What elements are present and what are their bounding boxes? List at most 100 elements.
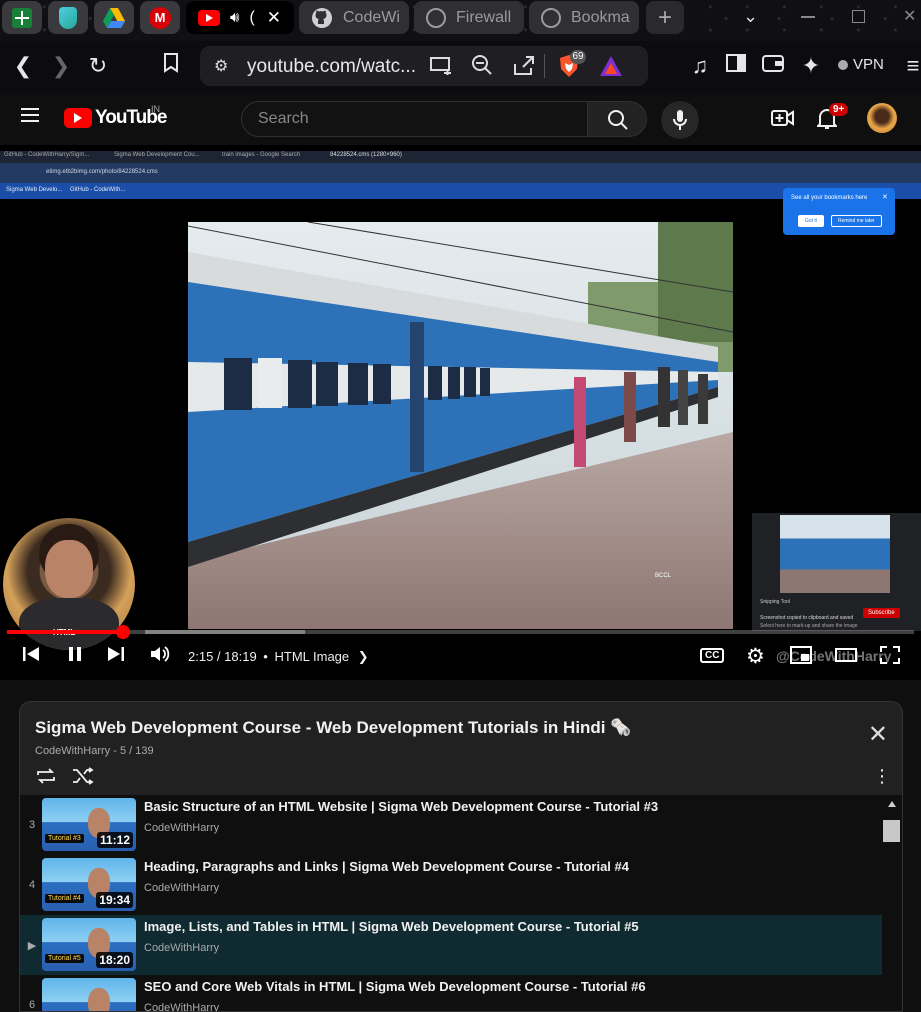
chapter-title-button[interactable]: HTML Image bbox=[274, 649, 349, 664]
pause-icon bbox=[69, 647, 81, 661]
bookmark-icon[interactable] bbox=[158, 53, 184, 79]
tab-bookmarks[interactable]: Bookma bbox=[529, 1, 639, 34]
reload-icon[interactable]: ↻ bbox=[85, 53, 111, 79]
video-thumbnail[interactable]: Tutorial #5 18:20 bbox=[42, 918, 136, 971]
sheets-icon bbox=[12, 7, 32, 28]
playlist-panel: Sigma Web Development Course - Web Devel… bbox=[19, 701, 903, 1012]
progress-played bbox=[7, 630, 123, 634]
time-display: 2:15 / 18:19 • HTML Image ❯ bbox=[188, 649, 369, 664]
chevron-right-icon[interactable]: ❯ bbox=[358, 649, 369, 664]
captions-button[interactable]: CC bbox=[700, 648, 725, 663]
subscribe-overlay-button: Subscribe bbox=[863, 608, 900, 618]
tab-title: ( bbox=[249, 8, 255, 26]
playlist-item[interactable]: 3 Tutorial #3 11:12 Basic Structure of a… bbox=[20, 795, 882, 855]
video-player[interactable]: GitHub - CodeWithHarry/Sigm... Sigma Web… bbox=[0, 145, 921, 680]
previous-icon bbox=[23, 647, 39, 661]
playlist-item-index: 4 bbox=[28, 879, 36, 891]
back-icon[interactable]: ❮ bbox=[10, 53, 36, 79]
youtube-logo-icon bbox=[64, 108, 92, 128]
plus-icon: + bbox=[657, 3, 672, 31]
previous-button[interactable] bbox=[22, 645, 40, 668]
scrubber-handle[interactable] bbox=[115, 625, 130, 639]
playlist-item-current[interactable]: ▶ Tutorial #5 18:20 Image, Lists, and Ta… bbox=[20, 915, 882, 975]
globe-icon bbox=[426, 7, 446, 28]
pinned-tab-mega[interactable]: M bbox=[140, 1, 180, 34]
duration-badge: 18:20 bbox=[96, 952, 133, 968]
video-thumbnail[interactable]: Tutorial #3 11:12 bbox=[42, 798, 136, 851]
playlist-item[interactable]: 4 Tutorial #4 19:34 Heading, Paragraphs … bbox=[20, 855, 882, 915]
maximize-icon[interactable] bbox=[852, 10, 865, 23]
speaker-icon[interactable]: 🔊︎ bbox=[230, 9, 239, 26]
tab-codewithharry[interactable]: CodeWi bbox=[299, 1, 409, 34]
window-close-icon[interactable]: ✕ bbox=[903, 6, 916, 26]
minimize-icon[interactable] bbox=[801, 16, 815, 18]
sidebar-icon[interactable] bbox=[723, 53, 749, 79]
wallet-icon[interactable] bbox=[760, 53, 786, 79]
youtube-header: YouTube IN Search 9+ bbox=[0, 93, 921, 145]
playlist-item-index: 3 bbox=[28, 819, 36, 831]
video-title[interactable]: Basic Structure of an HTML Website | Sig… bbox=[144, 799, 658, 814]
channel-name: CodeWithHarry bbox=[144, 1002, 220, 1012]
playlist-item[interactable]: 6 SEO and Core Web Vitals in HTML | Sigm… bbox=[20, 975, 882, 1012]
tab-search-chevron-icon[interactable]: ⌄ bbox=[743, 6, 758, 27]
brave-rewards-icon[interactable] bbox=[599, 55, 623, 82]
video-title[interactable]: Image, Lists, and Tables in HTML | Sigma… bbox=[144, 919, 639, 934]
pinned-tab-sheets[interactable] bbox=[2, 1, 42, 34]
forward-icon[interactable]: ❯ bbox=[48, 53, 74, 79]
playlist-title[interactable]: Sigma Web Development Course - Web Devel… bbox=[35, 718, 631, 738]
avatar[interactable] bbox=[867, 103, 897, 133]
volume-icon bbox=[151, 646, 170, 662]
media-icon[interactable]: ♫ bbox=[687, 53, 713, 79]
video-thumbnail[interactable]: Tutorial #4 19:34 bbox=[42, 858, 136, 911]
settings-gear-icon[interactable]: ⚙︎ bbox=[746, 644, 765, 669]
recorded-browser-tabs: GitHub - CodeWithHarry/Sigm... Sigma Web… bbox=[0, 151, 921, 163]
youtube-favicon-icon bbox=[198, 9, 220, 26]
new-tab-button[interactable]: + bbox=[646, 1, 684, 34]
close-icon[interactable]: ✕ bbox=[868, 720, 888, 749]
tab-close-icon[interactable]: ✕ bbox=[267, 8, 281, 28]
search-input[interactable]: Search bbox=[241, 101, 588, 137]
vpn-button[interactable]: VPN bbox=[838, 56, 884, 73]
hamburger-menu-icon[interactable] bbox=[20, 107, 40, 128]
tab-youtube-active[interactable]: 🔊︎ ( ✕ bbox=[186, 1, 294, 34]
scroll-up-icon[interactable] bbox=[888, 801, 896, 807]
train-photo: BCCL bbox=[188, 222, 733, 629]
pinned-tab-shield[interactable] bbox=[48, 1, 88, 34]
browser-tab-strip: M 🔊︎ ( ✕ CodeWi Firewall Bookma + ⌄ ✕ bbox=[0, 0, 921, 41]
address-bar[interactable]: ⚙︎ youtube.com/watc... 69 bbox=[200, 46, 648, 86]
create-video-icon[interactable] bbox=[771, 108, 795, 133]
share-icon[interactable] bbox=[513, 54, 535, 81]
menu-icon[interactable]: ≡ bbox=[900, 53, 921, 79]
search-button[interactable] bbox=[587, 101, 647, 137]
shield-app-icon bbox=[59, 6, 77, 29]
next-button[interactable] bbox=[107, 645, 125, 668]
cast-icon[interactable] bbox=[430, 55, 452, 80]
video-title[interactable]: Heading, Paragraphs and Links | Sigma We… bbox=[144, 859, 629, 874]
voice-search-button[interactable] bbox=[661, 101, 699, 139]
loop-icon[interactable] bbox=[35, 767, 57, 790]
playlist-items: 3 Tutorial #3 11:12 Basic Structure of a… bbox=[20, 795, 902, 1012]
site-settings-icon[interactable]: ⚙︎ bbox=[214, 56, 228, 76]
tab-title: Firewall bbox=[456, 8, 512, 26]
playlist-subtitle: CodeWithHarry - 5 / 139 bbox=[35, 745, 154, 757]
leo-ai-icon[interactable]: ✦ bbox=[798, 53, 824, 79]
tab-firewall[interactable]: Firewall bbox=[414, 1, 524, 34]
brave-shield-badge: 69 bbox=[570, 50, 586, 64]
now-playing-icon: ▶ bbox=[27, 940, 37, 952]
zoom-out-icon[interactable] bbox=[471, 54, 493, 81]
shuffle-icon[interactable] bbox=[72, 767, 94, 790]
video-progress-bar[interactable] bbox=[7, 625, 914, 639]
video-title[interactable]: SEO and Core Web Vitals in HTML | Sigma … bbox=[144, 979, 646, 994]
screenshot-preview bbox=[780, 515, 890, 593]
volume-button[interactable] bbox=[150, 645, 170, 668]
channel-name: CodeWithHarry bbox=[144, 822, 220, 834]
pinned-tab-drive[interactable] bbox=[94, 1, 134, 34]
duration-badge: 19:34 bbox=[96, 892, 133, 908]
channel-watermark: @CodeWithHarry bbox=[776, 648, 892, 664]
more-options-icon[interactable]: ⋮ bbox=[873, 766, 891, 787]
video-thumbnail[interactable] bbox=[42, 978, 136, 1011]
scrollbar-thumb[interactable] bbox=[883, 820, 900, 842]
notification-badge: 9+ bbox=[829, 103, 849, 116]
tab-title: CodeWi bbox=[343, 8, 400, 26]
pause-button[interactable] bbox=[66, 645, 84, 668]
